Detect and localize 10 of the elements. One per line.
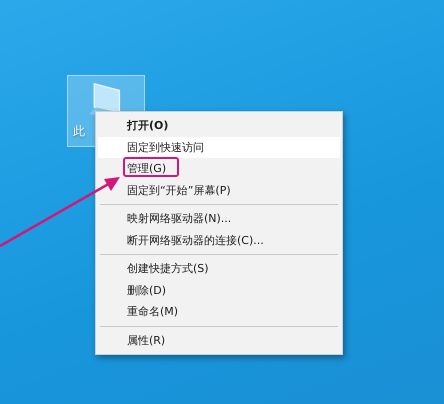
menu-item[interactable]: 管理(G): [98, 158, 340, 180]
menu-item[interactable]: 属性(R): [98, 330, 340, 351]
menu-item[interactable]: 固定到快速访问: [98, 136, 340, 158]
menu-item[interactable]: 映射网络驱动器(N)...: [98, 208, 340, 230]
menu-item[interactable]: 重命名(M): [98, 301, 340, 322]
menu-item[interactable]: 固定到“开始”屏幕(P): [98, 180, 340, 201]
menu-item[interactable]: 创建快捷方式(S): [98, 258, 340, 280]
menu-item[interactable]: 删除(D): [98, 280, 340, 301]
menu-item[interactable]: 打开(O): [98, 115, 340, 136]
menu-item[interactable]: 断开网络驱动器的连接(C)...: [98, 230, 340, 251]
